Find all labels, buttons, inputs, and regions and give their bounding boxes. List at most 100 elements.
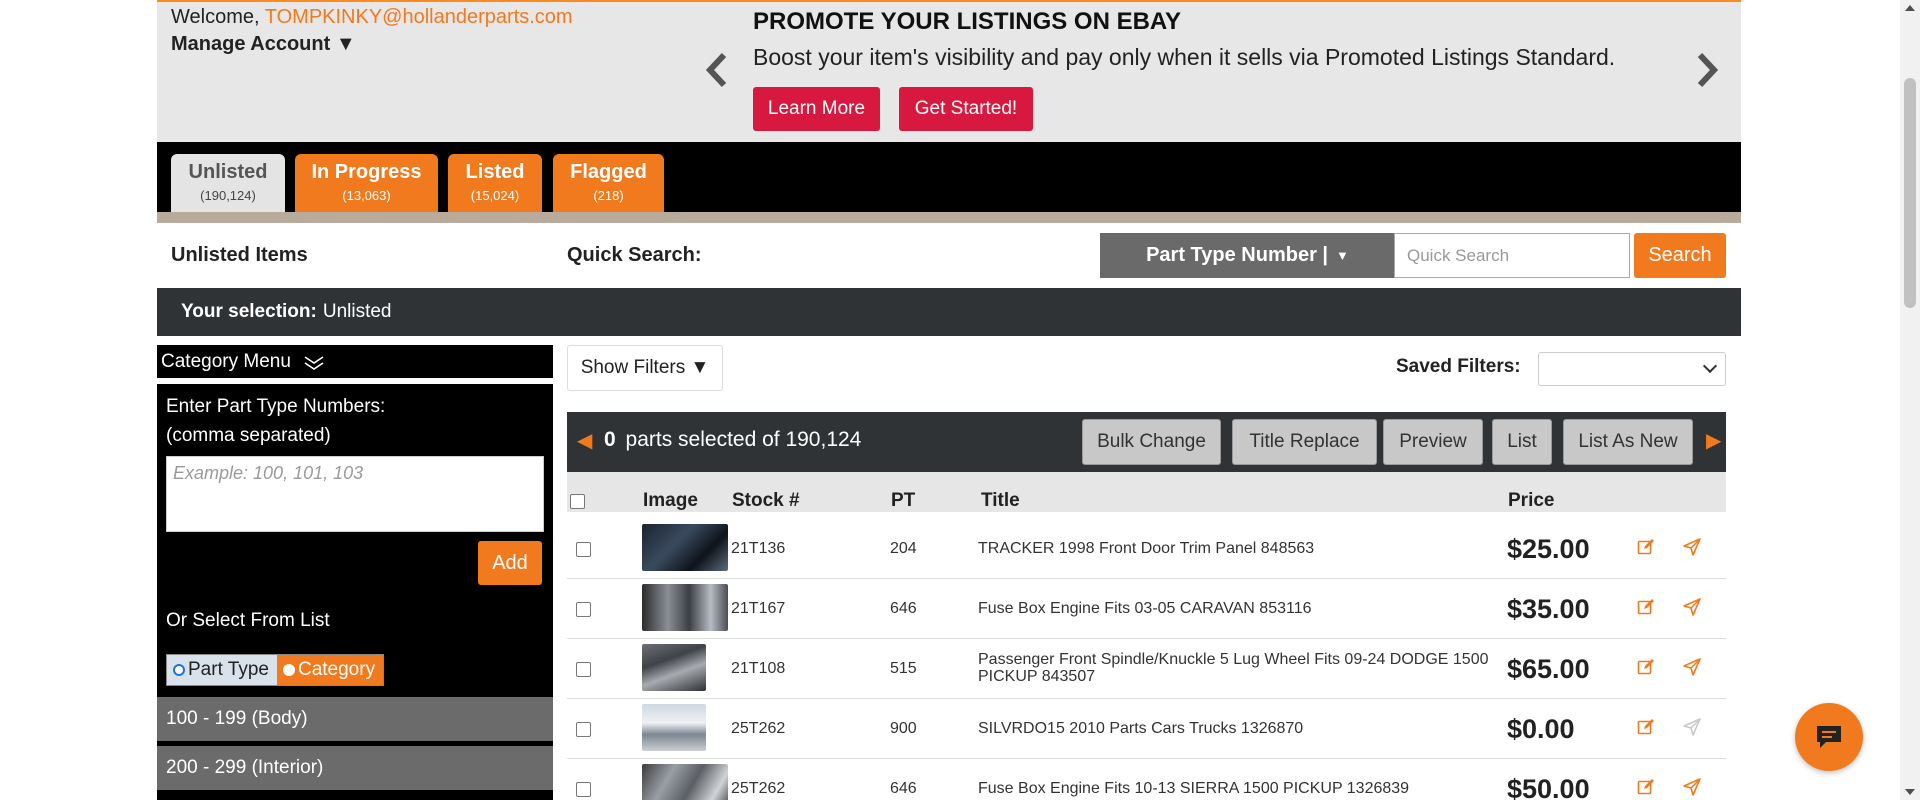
- get-started-button[interactable]: Get Started!: [899, 87, 1033, 131]
- quick-search-input[interactable]: [1394, 233, 1630, 278]
- send-icon[interactable]: [1683, 658, 1701, 676]
- manage-account-menu[interactable]: Manage Account ▼: [171, 33, 356, 56]
- edit-icon[interactable]: [1637, 778, 1655, 796]
- tab-count: (13,063): [342, 188, 391, 203]
- learn-more-button[interactable]: Learn More: [753, 87, 880, 131]
- promo-title: PROMOTE YOUR LISTINGS ON EBAY: [753, 8, 1182, 35]
- category-menu-toggle[interactable]: Category Menu: [157, 345, 553, 381]
- table-row[interactable]: 21T108 515 Passenger Front Spindle/Knuck…: [567, 639, 1726, 699]
- col-title[interactable]: Title: [981, 490, 1020, 512]
- search-type-value: Part Type Number |: [1146, 244, 1329, 266]
- edit-icon[interactable]: [1637, 538, 1655, 556]
- send-icon[interactable]: [1683, 778, 1701, 796]
- search-type-select[interactable]: Part Type Number | ▼: [1100, 233, 1395, 278]
- stock-number: 21T136: [731, 540, 786, 557]
- scroll-down-icon[interactable]: [1905, 789, 1915, 795]
- status-tab-bar: Unlisted (190,124) In Progress (13,063) …: [157, 142, 1741, 212]
- promo-next-button[interactable]: [1692, 52, 1722, 92]
- stock-number: 21T167: [731, 600, 786, 617]
- table-row[interactable]: 25T262 646 Fuse Box Engine Fits 10-13 SI…: [567, 759, 1726, 800]
- saved-filters-label: Saved Filters:: [1396, 356, 1521, 377]
- range-item-interior[interactable]: 200 - 299 (Interior): [157, 744, 553, 790]
- saved-filters-select[interactable]: [1538, 352, 1726, 386]
- part-thumbnail[interactable]: [642, 644, 706, 691]
- chevron-left-icon: [705, 52, 727, 88]
- radio-part-type[interactable]: Part Type: [167, 655, 277, 685]
- col-stock[interactable]: Stock #: [732, 490, 800, 512]
- scrollbar-thumb[interactable]: [1904, 78, 1916, 308]
- table-row[interactable]: 21T136 204 TRACKER 1998 Front Door Trim …: [567, 519, 1726, 579]
- part-type: 204: [890, 540, 917, 557]
- row-checkbox[interactable]: [576, 542, 591, 557]
- preview-button[interactable]: Preview: [1383, 419, 1483, 465]
- show-filters-button[interactable]: Show Filters ▼: [567, 345, 723, 391]
- part-title: Fuse Box Engine Fits 10-13 SIERRA 1500 P…: [978, 780, 1410, 797]
- send-icon-disabled: [1683, 718, 1701, 736]
- part-price: $65.00: [1507, 654, 1590, 684]
- search-button[interactable]: Search: [1634, 233, 1726, 278]
- select-all-checkbox[interactable]: [570, 494, 585, 509]
- chat-icon: [1817, 726, 1841, 748]
- category-menu-label: Category Menu: [161, 350, 291, 372]
- send-icon[interactable]: [1683, 598, 1701, 616]
- selection-label: Your selection:: [181, 301, 317, 322]
- bulk-action-bar: ◀ 0 parts selected of 190,124 Bulk Chang…: [567, 412, 1726, 472]
- edit-icon[interactable]: [1637, 598, 1655, 616]
- chat-launcher-button[interactable]: [1795, 703, 1863, 771]
- selected-count-text: 0 parts selected of 190,124: [604, 428, 861, 452]
- tab-unlisted[interactable]: Unlisted (190,124): [171, 154, 285, 212]
- table-header: Image Stock # PT Title Price: [567, 472, 1726, 512]
- part-type: 646: [890, 600, 917, 617]
- part-type-numbers-input[interactable]: [166, 456, 544, 532]
- selected-count: 0: [604, 428, 616, 451]
- comma-separated-hint: (comma separated): [166, 425, 331, 446]
- col-pt[interactable]: PT: [891, 490, 915, 512]
- row-checkbox[interactable]: [576, 602, 591, 617]
- row-checkbox[interactable]: [576, 662, 591, 677]
- part-price: $35.00: [1507, 594, 1590, 624]
- row-checkbox[interactable]: [576, 782, 591, 797]
- part-thumbnail[interactable]: [642, 584, 728, 631]
- part-thumbnail[interactable]: [642, 764, 728, 800]
- bulk-change-button[interactable]: Bulk Change: [1082, 419, 1221, 465]
- add-part-types-button[interactable]: Add: [478, 541, 542, 585]
- col-price[interactable]: Price: [1508, 490, 1554, 512]
- row-checkbox[interactable]: [576, 722, 591, 737]
- part-type-panel: Enter Part Type Numbers: (comma separate…: [157, 384, 553, 800]
- stock-number: 21T108: [731, 660, 786, 677]
- range-item-body[interactable]: 100 - 199 (Body): [157, 695, 553, 741]
- table-row[interactable]: 25T262 900 SILVRDO15 2010 Parts Cars Tru…: [567, 699, 1726, 759]
- part-price: $25.00: [1507, 534, 1590, 564]
- tab-label: Flagged: [570, 161, 647, 183]
- radio-category-label: Category: [297, 659, 376, 680]
- scroll-right-icon[interactable]: ▶: [1706, 428, 1721, 453]
- promo-prev-button[interactable]: [702, 52, 732, 92]
- quick-search-label: Quick Search:: [567, 244, 702, 266]
- double-chevron-down-icon: [304, 355, 324, 370]
- list-mode-toggle: Part Type Category: [166, 654, 385, 686]
- scroll-up-icon[interactable]: [1905, 5, 1915, 11]
- account-email-link[interactable]: TOMPKINKY@hollanderparts.com: [265, 6, 573, 28]
- tab-listed[interactable]: Listed (15,024): [448, 154, 542, 212]
- tab-count: (218): [593, 188, 624, 203]
- list-button[interactable]: List: [1492, 419, 1552, 465]
- tab-label: Unlisted: [188, 161, 268, 183]
- tab-flagged[interactable]: Flagged (218): [553, 154, 664, 212]
- list-as-new-button[interactable]: List As New: [1563, 419, 1693, 465]
- part-thumbnail[interactable]: [642, 704, 706, 751]
- part-thumbnail[interactable]: [642, 524, 728, 571]
- selection-value: Unlisted: [322, 301, 392, 322]
- or-select-label: Or Select From List: [166, 610, 330, 631]
- title-replace-button[interactable]: Title Replace: [1232, 419, 1377, 465]
- edit-icon[interactable]: [1637, 658, 1655, 676]
- send-icon[interactable]: [1683, 538, 1701, 556]
- stock-number: 25T262: [731, 720, 786, 737]
- tab-bar-divider: [157, 212, 1741, 223]
- radio-category[interactable]: Category: [276, 655, 384, 685]
- tab-in-progress[interactable]: In Progress (13,063): [295, 154, 438, 212]
- part-price: $50.00: [1507, 774, 1590, 800]
- chevron-right-icon: [1697, 52, 1719, 88]
- scroll-left-icon[interactable]: ◀: [577, 428, 592, 453]
- edit-icon[interactable]: [1637, 718, 1655, 736]
- table-row[interactable]: 21T167 646 Fuse Box Engine Fits 03-05 CA…: [567, 579, 1726, 639]
